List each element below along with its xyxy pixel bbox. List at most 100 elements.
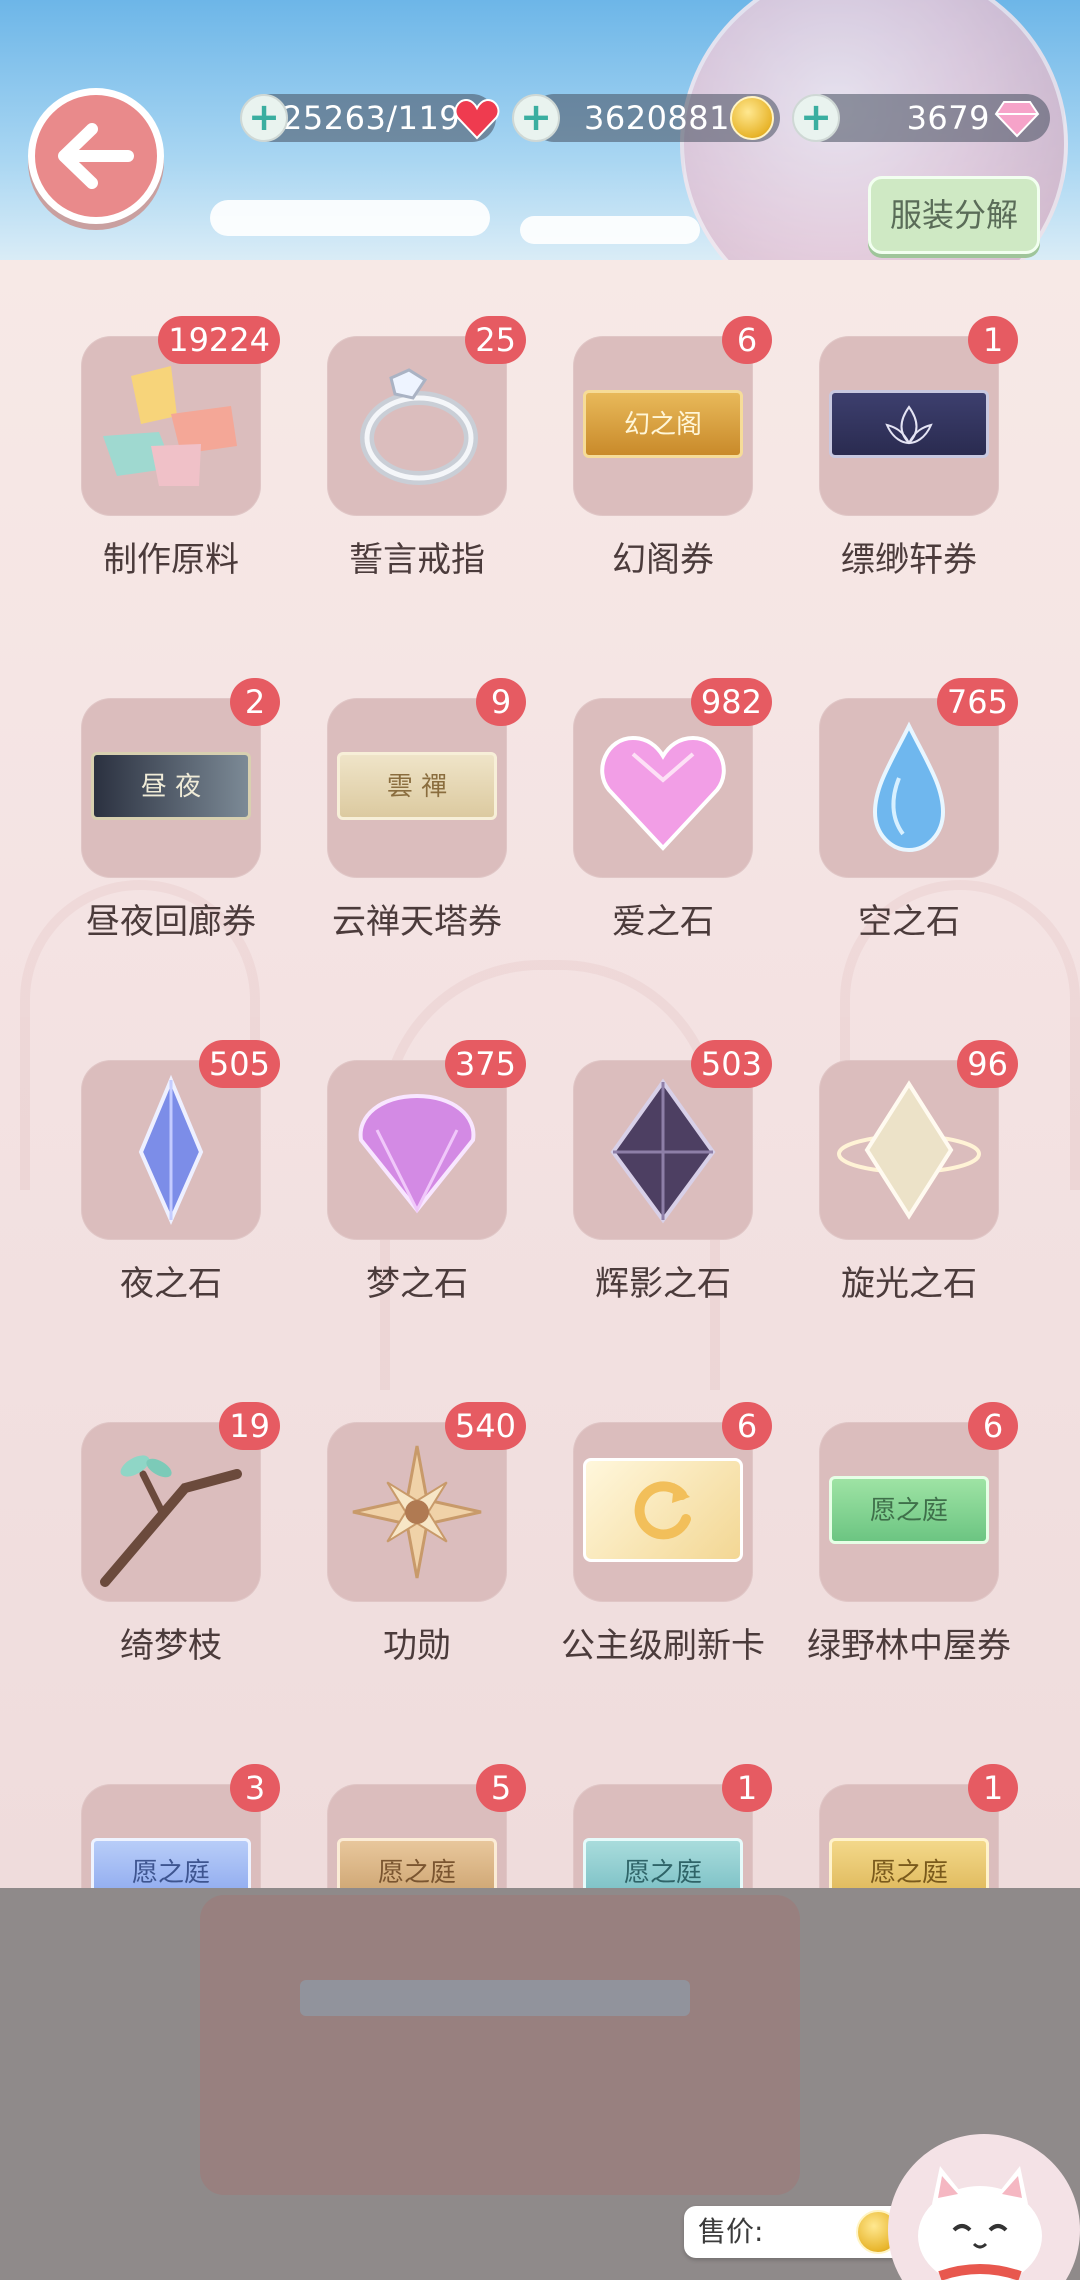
item-tile	[819, 336, 999, 516]
ticket-text: 昼 夜	[140, 772, 202, 802]
gold-counter: 3620881	[530, 94, 780, 142]
item-shadow-stone[interactable]: 503 辉影之石	[540, 1040, 786, 1320]
add-diamond-button[interactable]: +	[792, 94, 840, 142]
arrow-left-icon	[58, 123, 134, 189]
item-count-badge: 3	[230, 1764, 280, 1812]
back-button[interactable]	[28, 88, 164, 224]
item-tile	[81, 1422, 261, 1602]
background-bus-illustration	[200, 1895, 800, 2195]
item-label: 夜之石	[120, 1264, 222, 1304]
item-merit[interactable]: 540 功勋	[294, 1402, 540, 1682]
heart-icon	[454, 98, 500, 140]
item-count-badge: 1	[968, 1764, 1018, 1812]
item-dream-branch[interactable]: 19 绮梦枝	[48, 1402, 294, 1682]
item-label: 绿野林中屋券	[807, 1626, 1011, 1666]
item-tile: 雲 禪	[327, 698, 507, 878]
ticket-text: 愿之庭	[869, 1496, 948, 1526]
item-label: 昼夜回廊券	[86, 902, 256, 942]
item-tile: 愿之庭	[819, 1422, 999, 1602]
ticket-icon: 昼 夜	[91, 752, 251, 820]
item-label: 公主级刷新卡	[561, 1626, 765, 1666]
item-label: 辉影之石	[595, 1264, 731, 1304]
cloud-decoration	[520, 216, 700, 244]
item-count-badge: 19	[219, 1402, 280, 1450]
ticket-text: 愿之庭	[377, 1858, 456, 1888]
item-tile	[573, 1422, 753, 1602]
item-count-badge: 96	[957, 1040, 1018, 1088]
ticket-icon: 雲 禪	[337, 752, 497, 820]
item-count-badge: 540	[444, 1402, 526, 1450]
item-tile: 幻之阁	[573, 336, 753, 516]
item-green-cabin-ticket[interactable]: 愿之庭 6 绿野林中屋券	[786, 1402, 1032, 1682]
item-princess-refresh-card[interactable]: 6 公主级刷新卡	[540, 1402, 786, 1682]
item-crafting-material[interactable]: 19224 制作原料	[48, 316, 294, 596]
item-count-badge: 19224	[158, 316, 280, 364]
item-count-badge: 982	[690, 678, 772, 726]
item-count-badge: 765	[936, 678, 1018, 726]
item-dream-stone[interactable]: 375 梦之石	[294, 1040, 540, 1320]
item-count-badge: 25	[465, 316, 526, 364]
item-label: 幻阁券	[612, 540, 714, 580]
item-label: 制作原料	[103, 540, 239, 580]
item-label: 缥缈轩券	[841, 540, 977, 580]
item-count-badge: 375	[444, 1040, 526, 1088]
ticket-icon: 愿之庭	[829, 1476, 989, 1544]
item-huange-ticket[interactable]: 幻之阁 6 幻阁券	[540, 316, 786, 596]
item-light-stone[interactable]: 96 旋光之石	[786, 1040, 1032, 1320]
ticket-text: 愿之庭	[869, 1858, 948, 1888]
ring-icon	[360, 368, 478, 485]
item-label: 旋光之石	[841, 1264, 977, 1304]
item-count-badge: 503	[690, 1040, 772, 1088]
branch-icon	[100, 1455, 242, 1587]
gold-value: 3620881	[583, 99, 730, 137]
decompose-clothing-button[interactable]: 服装分解	[868, 176, 1040, 254]
lotus-icon	[885, 405, 933, 445]
item-sky-stone[interactable]: 765 空之石	[786, 678, 1032, 958]
item-count-badge: 1	[968, 316, 1018, 364]
item-night-stone[interactable]: 505 夜之石	[48, 1040, 294, 1320]
background-bus-sign	[300, 1980, 690, 2016]
item-label: 绮梦枝	[120, 1626, 222, 1666]
item-label: 誓言戒指	[349, 540, 485, 580]
item-day-night-ticket[interactable]: 昼 夜 2 昼夜回廊券	[48, 678, 294, 958]
item-count-badge: 5	[476, 1764, 526, 1812]
item-count-badge: 6	[968, 1402, 1018, 1450]
item-count-badge: 6	[722, 1402, 772, 1450]
white-crystal-icon	[837, 1080, 981, 1220]
ticket-icon: 幻之阁	[583, 390, 743, 458]
diamond-value: 3679	[906, 99, 990, 137]
item-count-badge: 6	[722, 316, 772, 364]
stamina-value: 25263/119	[282, 99, 461, 137]
refresh-icon	[634, 1481, 691, 1540]
ticket-text: 愿之庭	[131, 1858, 210, 1888]
item-label: 功勋	[383, 1626, 451, 1666]
cloud-decoration	[210, 200, 490, 236]
item-label: 云禅天塔券	[332, 902, 502, 942]
item-count-badge: 9	[476, 678, 526, 726]
item-count-badge: 2	[230, 678, 280, 726]
sell-price-label: 售价:	[698, 2215, 764, 2248]
item-label: 爱之石	[612, 902, 714, 942]
cat-mascot-icon[interactable]	[880, 2126, 1080, 2280]
ticket-text: 愿之庭	[623, 1858, 702, 1888]
item-piaomiao-ticket[interactable]: 1 缥缈轩券	[786, 316, 1032, 596]
ticket-text: 雲 禪	[386, 772, 448, 802]
ticket-icon	[829, 390, 989, 458]
item-label: 空之石	[858, 902, 960, 942]
item-tile	[327, 336, 507, 516]
item-yunchan-ticket[interactable]: 雲 禪 9 云禅天塔券	[294, 678, 540, 958]
add-stamina-button[interactable]: +	[240, 94, 288, 142]
item-vow-ring[interactable]: 25 誓言戒指	[294, 316, 540, 596]
ticket-text: 幻之阁	[623, 410, 702, 440]
item-count-badge: 1	[722, 1764, 772, 1812]
item-tile: 昼 夜	[81, 698, 261, 878]
add-gold-button[interactable]: +	[512, 94, 560, 142]
sell-price-box: 售价:	[684, 2206, 904, 2258]
item-count-badge: 505	[198, 1040, 280, 1088]
item-tile	[819, 1060, 999, 1240]
diamond-icon	[994, 101, 1040, 138]
item-love-stone[interactable]: 982 爱之石	[540, 678, 786, 958]
item-label: 梦之石	[366, 1264, 468, 1304]
coin-icon	[730, 96, 774, 140]
refresh-card-icon	[583, 1458, 743, 1562]
